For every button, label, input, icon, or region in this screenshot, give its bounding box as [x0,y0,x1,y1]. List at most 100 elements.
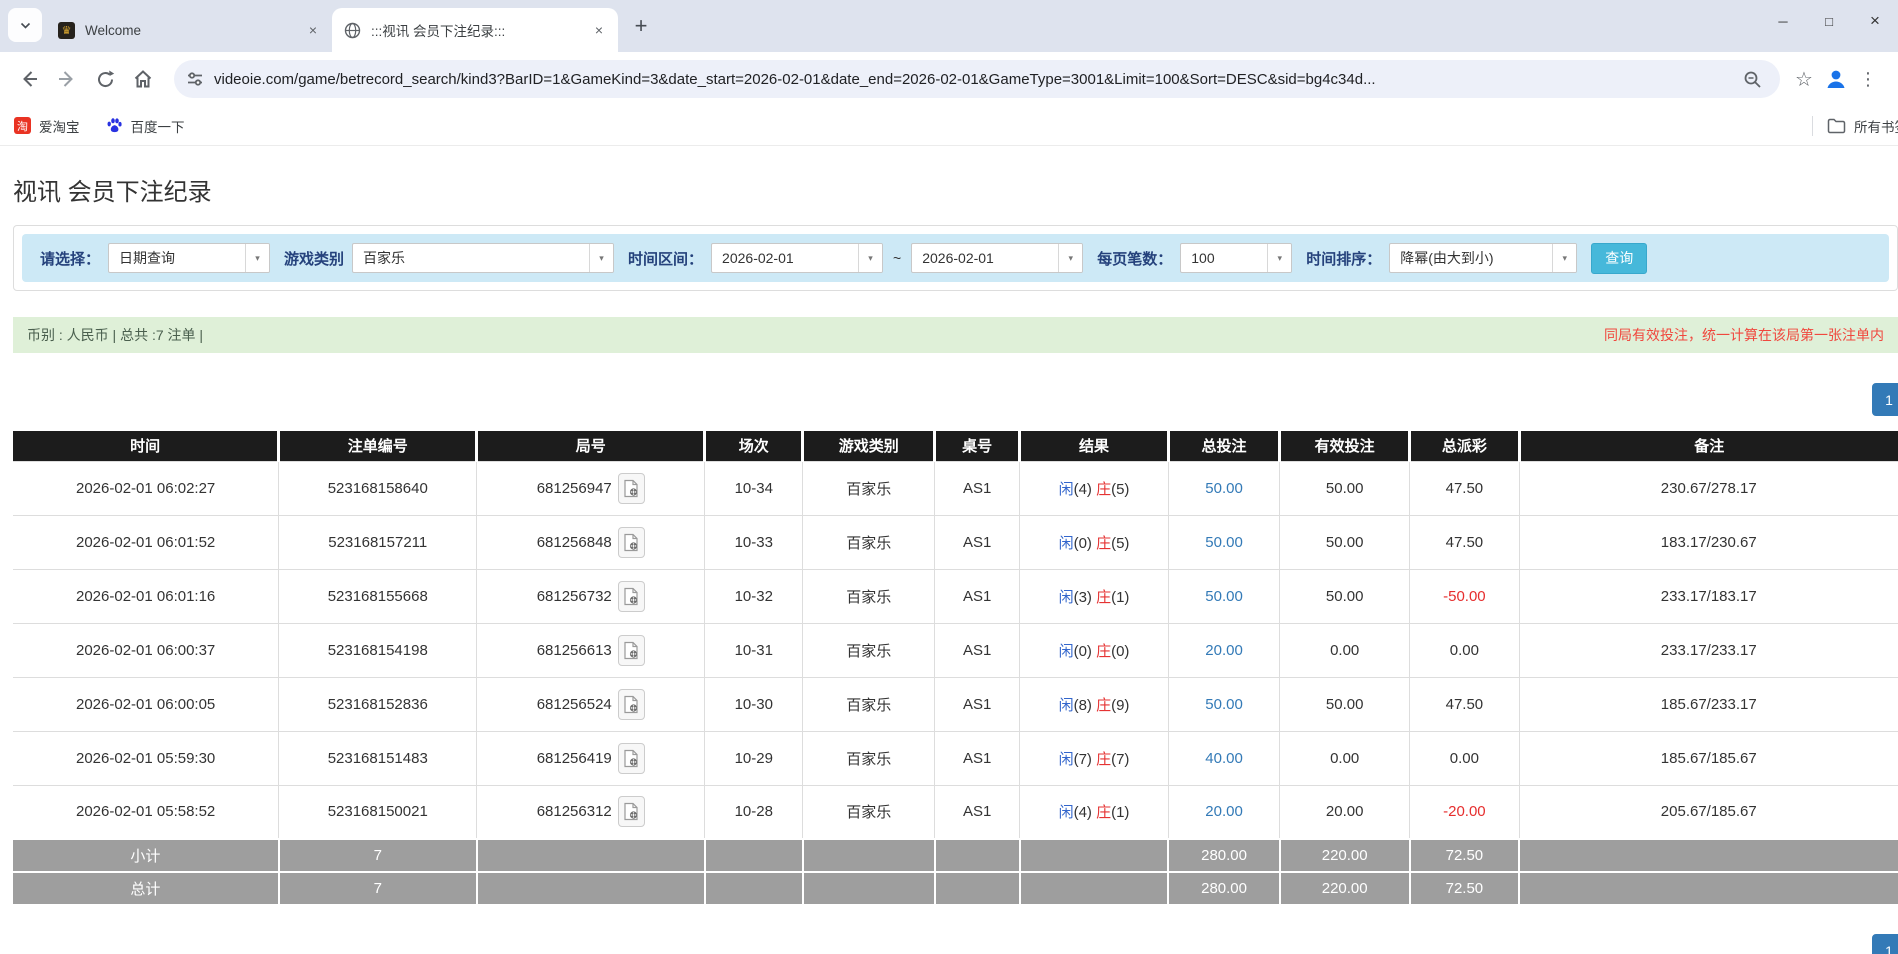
cell-game-kind: 百家乐 [802,730,936,786]
cell-table-no: AS1 [934,676,1021,732]
column-header: 总派彩 [1409,431,1521,461]
tab-close-icon[interactable]: × [304,21,322,39]
chevron-down-icon[interactable]: ▾ [858,244,883,272]
cell-table-no: AS1 [934,514,1021,570]
date-start-select[interactable]: 2026-02-01 ▾ [711,243,884,273]
bookmark-baidu[interactable]: 百度一下 [106,116,185,136]
footer-total-bet: 280.00 [1167,871,1281,906]
footer-table [933,838,1021,873]
chevron-down-icon [19,19,32,32]
replay-video-button[interactable] [617,796,645,828]
total-bet-link[interactable]: 50.00 [1205,480,1243,497]
tab-search-button[interactable] [8,8,42,42]
total-bet-link[interactable]: 20.00 [1205,803,1243,820]
zoom-icon[interactable] [1736,63,1768,95]
chevron-down-icon[interactable]: ▾ [1552,244,1577,272]
forward-icon[interactable] [52,64,82,94]
column-header: 总投注 [1168,431,1282,461]
tab-welcome[interactable]: ♛ Welcome × [46,8,332,52]
home-icon[interactable] [128,64,158,94]
cell-valid-bet: 0.00 [1279,730,1411,786]
bookmark-aitaobao[interactable]: 淘 爱淘宝 [14,116,80,136]
all-bookmarks[interactable]: 所有书签 [1812,115,1898,136]
search-button[interactable]: 查询 [1591,242,1648,274]
result-banker-points: (1) [1111,804,1130,822]
window-minimize-button[interactable]: ─ [1760,0,1806,42]
cell-result: 闲(4) 庄(5) [1019,460,1169,516]
replay-video-button[interactable] [617,526,645,558]
cell-round-id: 681256524 [476,676,706,732]
filter-panel: 请选择： 日期查询 ▾ 游戏类别 百家乐 ▾ 时间区间： 2026-02-01 … [13,225,1898,291]
footer-result [1018,871,1170,906]
chevron-down-icon[interactable]: ▾ [245,244,270,272]
table-row: 2026-02-01 06:01:52 523168157211 681256848… [13,514,1898,570]
column-header: 局号 [476,431,707,461]
replay-video-button[interactable] [617,742,645,774]
window-close-button[interactable]: × [1852,0,1898,42]
bookmarks-separator [1812,115,1813,136]
footer-note [1518,871,1898,906]
profile-avatar[interactable] [1820,63,1852,95]
cell-note: 205.67/185.67 [1518,784,1898,840]
total-bet-link[interactable]: 40.00 [1205,750,1243,767]
result-player: 闲 [1058,534,1074,552]
total-bet-link[interactable]: 50.00 [1205,534,1243,551]
page-title: 视讯 会员下注纪录 [13,179,212,206]
tab-close-icon[interactable]: × [590,21,608,39]
replay-video-button[interactable] [617,472,645,504]
table-footer-row: 小计 7 280.00 220.00 72.50 [13,838,1898,873]
result-player-points: (3) [1073,588,1097,606]
bookmark-star-icon[interactable]: ☆ [1788,63,1820,95]
total-bet-link[interactable]: 20.00 [1205,642,1243,659]
page-1-button[interactable]: 1 [1872,934,1898,954]
tab-betrecord[interactable]: :::视讯 会员下注纪录::: × [332,8,618,52]
menu-kebab-icon[interactable]: ⋮ [1852,63,1884,95]
cell-result: 闲(8) 庄(9) [1019,676,1169,732]
cell-session: 10-34 [704,460,804,516]
select-type-label: 请选择： [40,250,101,268]
chevron-down-icon[interactable]: ▾ [1267,244,1292,272]
back-icon[interactable] [14,64,44,94]
cell-total-bet: 50.00 [1167,568,1281,624]
replay-video-button[interactable] [617,634,645,666]
reload-icon[interactable] [90,64,120,94]
summary-warning-text: 同局有效投注，统一计算在该局第一张注单内 [1604,327,1884,343]
address-bar[interactable]: videoie.com/game/betrecord_search/kind3?… [174,60,1780,98]
date-end-select[interactable]: 2026-02-01 ▾ [911,243,1084,273]
new-tab-button[interactable]: + [624,9,658,43]
result-player: 闲 [1058,750,1074,768]
tune-icon[interactable] [186,70,204,88]
page-size-value: 100 [1191,250,1215,266]
round-id-text: 681256848 [536,533,612,551]
cell-game-kind: 百家乐 [802,514,936,570]
all-bookmarks-label: 所有书签 [1854,119,1898,135]
cell-round-id: 681256613 [476,622,706,678]
sort-select[interactable]: 降幂(由大到小) ▾ [1389,243,1578,273]
chevron-down-icon[interactable]: ▾ [589,244,614,272]
total-bet-link[interactable]: 50.00 [1205,696,1243,713]
replay-video-button[interactable] [617,580,645,612]
replay-video-button[interactable] [617,688,645,720]
cell-session: 10-30 [704,676,804,732]
result-player-points: (4) [1073,480,1097,498]
page-1-button[interactable]: 1 [1872,383,1898,416]
game-kind-select[interactable]: 百家乐 ▾ [352,243,615,273]
window-maximize-button[interactable]: □ [1806,0,1852,42]
result-banker: 庄 [1096,588,1112,606]
result-banker-points: (7) [1111,750,1130,768]
total-bet-link[interactable]: 50.00 [1205,588,1243,605]
game-kind-value: 百家乐 [363,250,406,266]
chevron-down-icon[interactable]: ▾ [1058,244,1083,272]
cell-bet-id: 523168158640 [278,460,478,516]
round-id-text: 681256524 [536,695,612,713]
cell-session: 10-32 [704,568,804,624]
page-size-select[interactable]: 100 ▾ [1180,243,1293,273]
pagination-bottom: 1 [13,906,1898,954]
query-type-select[interactable]: 日期查询 ▾ [108,243,271,273]
result-banker-points: (1) [1111,588,1130,606]
welcome-favicon-icon: ♛ [58,21,75,39]
cell-result: 闲(0) 庄(0) [1019,622,1169,678]
url-text[interactable]: videoie.com/game/betrecord_search/kind3?… [214,71,1736,88]
cell-total-bet: 50.00 [1167,676,1281,732]
footer-round [475,871,706,906]
